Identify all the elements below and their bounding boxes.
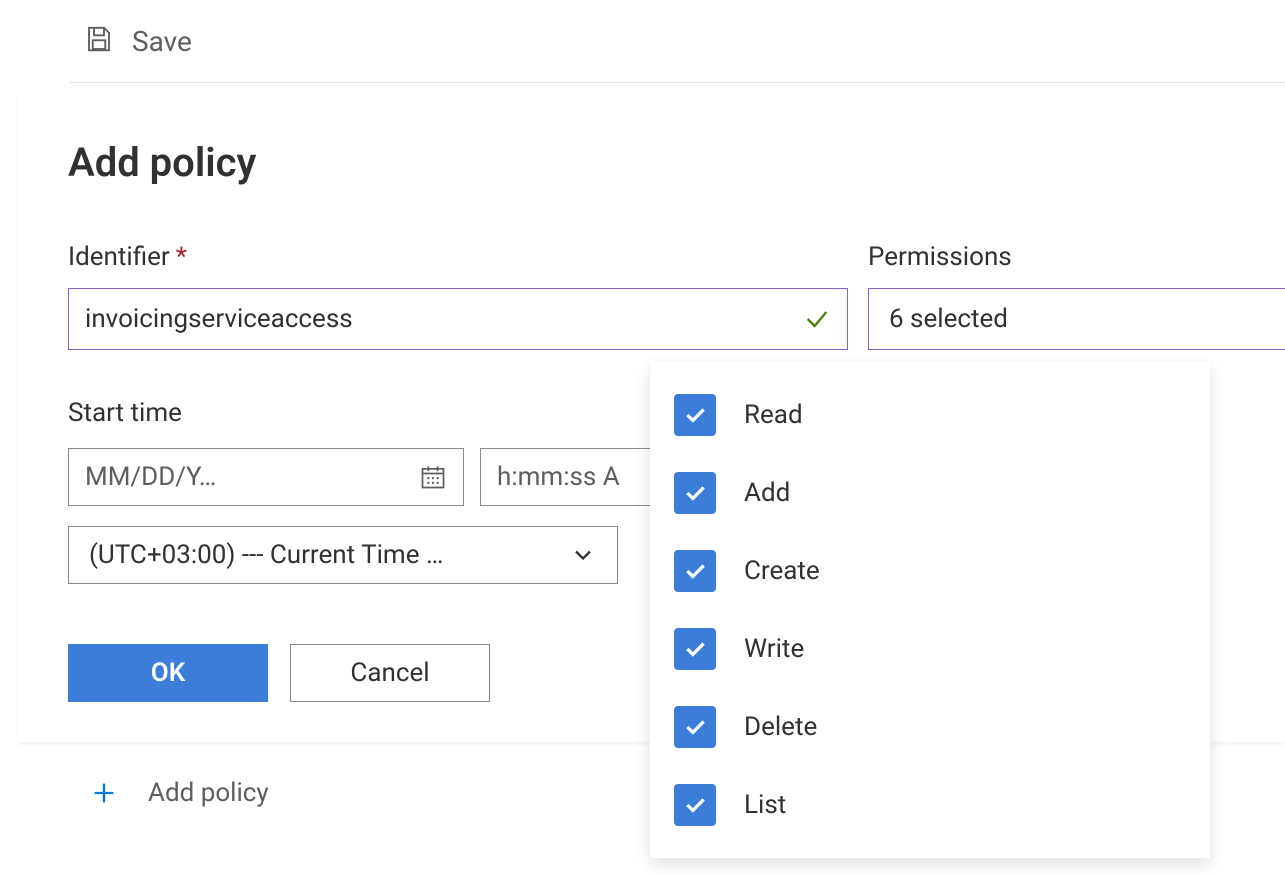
permission-label: Write [744,634,804,664]
panel-title: Add policy [68,139,1235,186]
checkbox-checked-icon [674,784,716,826]
permissions-label: Permissions [868,242,1285,272]
add-policy-link-behind: Add policy [90,778,269,808]
date-input[interactable] [85,462,419,492]
timezone-select[interactable]: (UTC+03:00) --- Current Time … [68,526,618,584]
chevron-down-icon [569,541,597,569]
permissions-select[interactable]: 6 selected [868,288,1285,350]
permission-list[interactable]: List [650,766,1210,844]
permission-label: Delete [744,712,817,742]
checkbox-checked-icon [674,472,716,514]
ok-button[interactable]: OK [68,644,268,702]
timezone-value: (UTC+03:00) --- Current Time … [89,540,443,570]
toolbar: Save [0,0,1285,82]
add-policy-behind-label: Add policy [148,778,269,808]
checkmark-icon [803,305,831,333]
save-icon [84,24,114,58]
plus-icon [90,779,118,807]
permission-label: Add [744,478,790,508]
calendar-icon [419,463,447,491]
permission-read[interactable]: Read [650,376,1210,454]
identifier-label: Identifier* [68,242,848,272]
checkbox-checked-icon [674,550,716,592]
save-button[interactable]: Save [132,25,192,58]
permission-add[interactable]: Add [650,454,1210,532]
permissions-dropdown: Read Add Create Write Delete List [650,362,1210,858]
permission-label: Create [744,556,820,586]
identifier-input-wrap [68,288,848,350]
permission-label: List [744,790,786,820]
cancel-button[interactable]: Cancel [290,644,490,702]
checkbox-checked-icon [674,706,716,748]
identifier-input[interactable] [85,304,803,334]
permission-delete[interactable]: Delete [650,688,1210,766]
permission-write[interactable]: Write [650,610,1210,688]
permission-create[interactable]: Create [650,532,1210,610]
checkbox-checked-icon [674,628,716,670]
checkbox-checked-icon [674,394,716,436]
permission-label: Read [744,400,803,430]
date-input-wrap[interactable] [68,448,464,506]
permissions-summary: 6 selected [889,304,1008,334]
divider [70,82,1285,83]
